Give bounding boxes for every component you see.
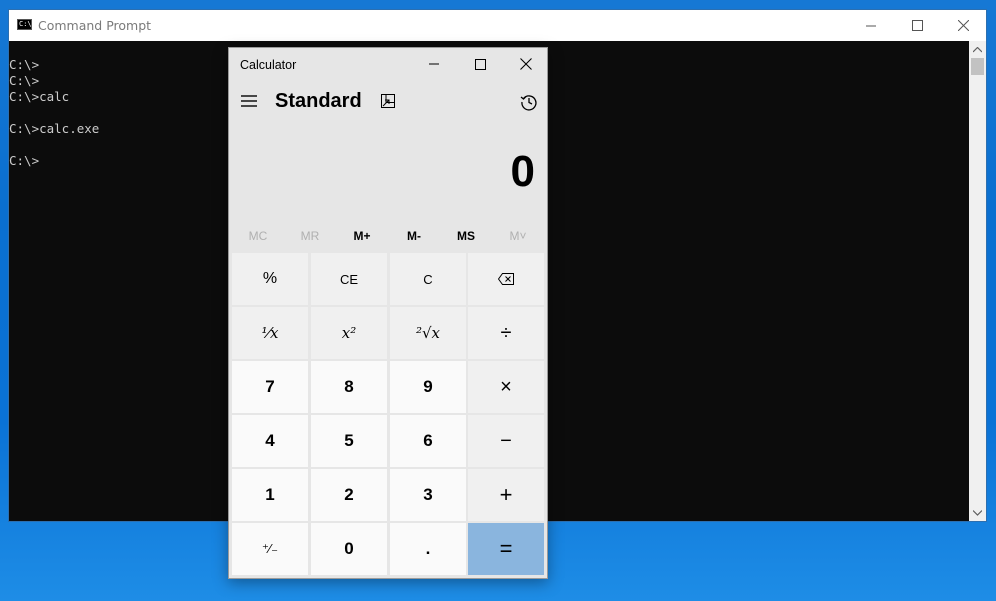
- percent-button[interactable]: %: [232, 253, 308, 305]
- equals-label: =: [499, 536, 513, 561]
- backspace-icon: [498, 273, 514, 285]
- memory-store-button[interactable]: MS: [440, 224, 492, 248]
- memory-row: MC MR M+ M- MS M˅: [229, 224, 549, 248]
- digit-label: 0: [344, 539, 354, 558]
- percent-label: %: [262, 270, 278, 287]
- cmd-titlebar[interactable]: C:\ Command Prompt: [9, 10, 986, 41]
- maximize-icon: [911, 20, 923, 31]
- cmd-app-icon: C:\: [17, 19, 32, 30]
- decimal-button[interactable]: .: [390, 523, 466, 575]
- calc-close-button[interactable]: [503, 48, 549, 80]
- scroll-thumb[interactable]: [971, 58, 984, 75]
- multiply-button[interactable]: ×: [468, 361, 544, 413]
- vertical-scrollbar[interactable]: [969, 41, 986, 521]
- square-root-button[interactable]: ²√x: [390, 307, 466, 359]
- square-button[interactable]: x²: [311, 307, 387, 359]
- add-label: +: [499, 482, 513, 507]
- multiply-label: ×: [500, 375, 512, 398]
- negate-button[interactable]: ⁺∕₋: [232, 523, 308, 575]
- minimize-icon: [429, 63, 439, 65]
- memory-clear-button[interactable]: MC: [232, 224, 284, 248]
- keypad: % CE C ¹⁄x x² ²√x ÷ 7 8 9 × 4 5 6 − 1 2 …: [232, 253, 545, 575]
- digit-2-button[interactable]: 2: [311, 469, 387, 521]
- clear-entry-label: CE: [339, 271, 359, 287]
- calc-maximize-button[interactable]: [457, 48, 503, 80]
- navigation-menu-button[interactable]: [235, 87, 263, 115]
- digit-1-button[interactable]: 1: [232, 469, 308, 521]
- cmd-window-title: Command Prompt: [38, 18, 152, 33]
- digit-5-button[interactable]: 5: [311, 415, 387, 467]
- reciprocal-label: ¹⁄x: [261, 324, 279, 342]
- equals-button[interactable]: =: [468, 523, 544, 575]
- backspace-button[interactable]: [468, 253, 544, 305]
- reciprocal-button[interactable]: ¹⁄x: [232, 307, 308, 359]
- digit-4-button[interactable]: 4: [232, 415, 308, 467]
- calculator-mode-title: Standard: [275, 90, 362, 112]
- cmd-close-button[interactable]: [940, 10, 986, 41]
- hamburger-icon: [241, 95, 257, 107]
- add-button[interactable]: +: [468, 469, 544, 521]
- square-label: x²: [341, 324, 357, 342]
- memory-subtract-button[interactable]: M-: [388, 224, 440, 248]
- calculator-window[interactable]: Calculator Standard 0 MC MR M+ M- MS M˅ …: [228, 47, 548, 579]
- calc-minimize-button[interactable]: [411, 48, 457, 80]
- digit-label: 5: [344, 431, 354, 450]
- digit-label: 7: [265, 377, 275, 396]
- history-icon: [520, 95, 537, 111]
- clear-entry-button[interactable]: CE: [311, 253, 387, 305]
- digit-6-button[interactable]: 6: [390, 415, 466, 467]
- digit-label: 4: [265, 431, 275, 450]
- memory-add-button[interactable]: M+: [336, 224, 388, 248]
- close-icon: [957, 20, 969, 31]
- square-root-label: ²√x: [415, 324, 441, 342]
- scroll-up-arrow-icon[interactable]: [969, 41, 986, 58]
- subtract-label: −: [500, 429, 512, 452]
- digit-label: 8: [344, 377, 354, 396]
- digit-label: 2: [344, 485, 354, 504]
- history-button[interactable]: [517, 90, 541, 114]
- negate-label: ⁺∕₋: [262, 541, 278, 556]
- cmd-maximize-button[interactable]: [894, 10, 940, 41]
- clear-button[interactable]: C: [390, 253, 466, 305]
- digit-8-button[interactable]: 8: [311, 361, 387, 413]
- digit-label: 3: [423, 485, 433, 504]
- digit-label: 1: [265, 485, 275, 504]
- cmd-minimize-button[interactable]: [848, 10, 894, 41]
- digit-7-button[interactable]: 7: [232, 361, 308, 413]
- scroll-down-arrow-icon[interactable]: [969, 504, 986, 521]
- calculator-title: Calculator: [240, 58, 297, 72]
- digit-9-button[interactable]: 9: [390, 361, 466, 413]
- minimize-icon: [866, 25, 876, 26]
- decimal-label: .: [425, 539, 431, 558]
- divide-button[interactable]: ÷: [468, 307, 544, 359]
- digit-3-button[interactable]: 3: [390, 469, 466, 521]
- subtract-button[interactable]: −: [468, 415, 544, 467]
- digit-label: 6: [423, 431, 433, 450]
- result-display: 0: [510, 147, 535, 196]
- digit-label: 9: [423, 377, 433, 396]
- memory-list-button[interactable]: M˅: [492, 224, 544, 248]
- digit-0-button[interactable]: 0: [311, 523, 387, 575]
- keep-on-top-icon: [381, 94, 395, 108]
- maximize-icon: [474, 58, 486, 70]
- memory-recall-button[interactable]: MR: [284, 224, 336, 248]
- keep-on-top-button[interactable]: [377, 90, 399, 112]
- clear-label: C: [423, 271, 433, 287]
- close-icon: [520, 58, 532, 70]
- divide-label: ÷: [500, 321, 512, 344]
